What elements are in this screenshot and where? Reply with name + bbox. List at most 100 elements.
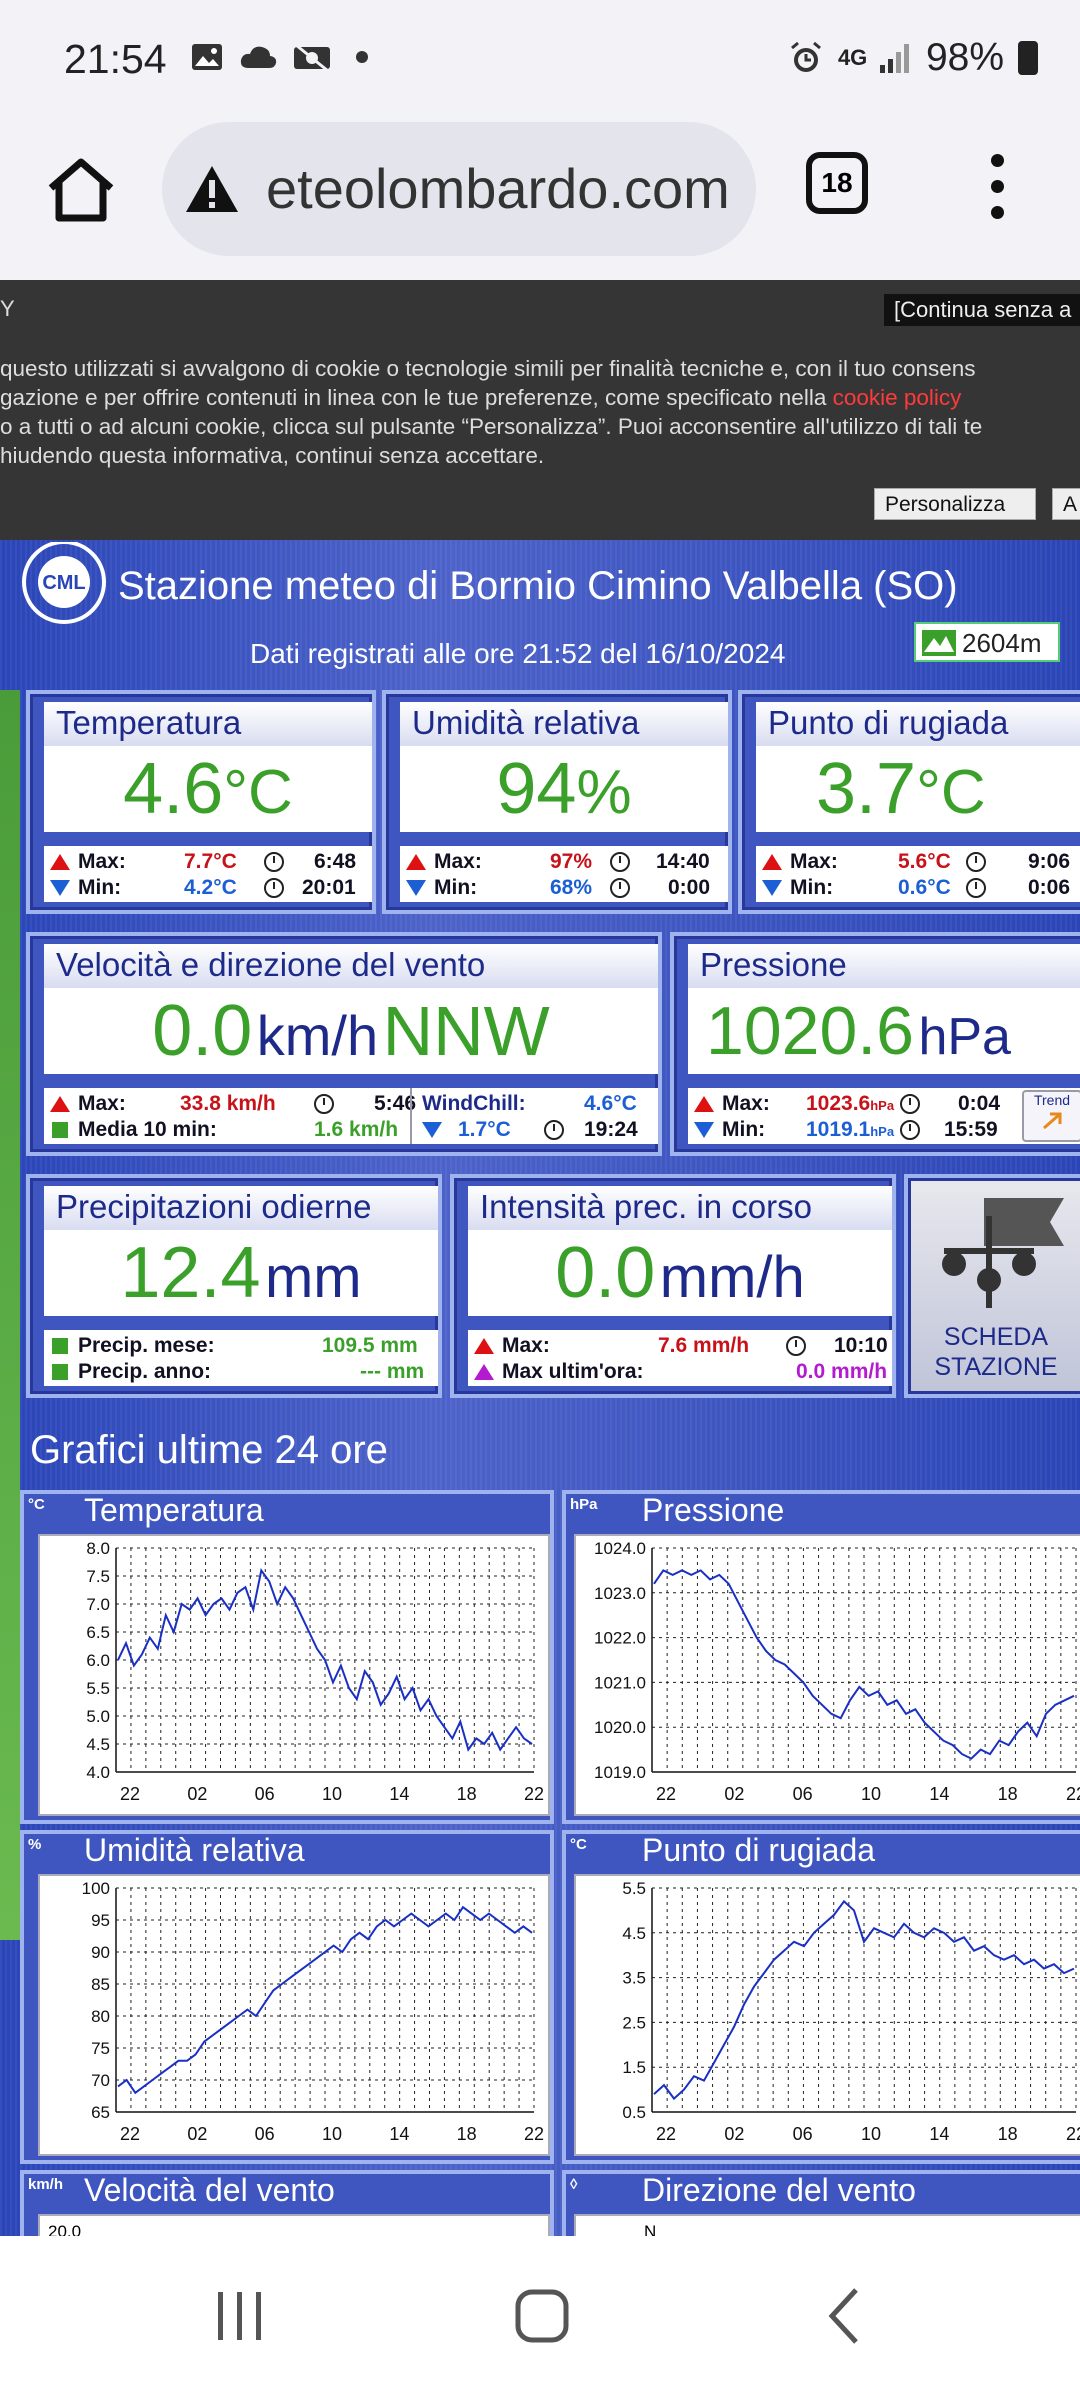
- cookie-policy-link[interactable]: cookie policy: [833, 385, 962, 410]
- windchill-value: 4.6°C: [584, 1092, 637, 1115]
- max-icon: [762, 854, 782, 870]
- cookie-line: o a tutti o ad alcuni cookie, clicca sul…: [0, 414, 983, 439]
- warning-icon[interactable]: [184, 162, 240, 218]
- humidity-graph-panel: % Umidità relativa 100 95 90 85 80 75 70 65 22 02…: [20, 1830, 554, 2164]
- dewpoint-panel: Punto di rugiada 3.7°C Max: 5.6°C 9:06 M…: [738, 690, 1080, 914]
- personalize-button[interactable]: Personalizza: [874, 488, 1036, 520]
- accept-button[interactable]: A: [1052, 488, 1080, 520]
- rain-rate-panel: Intensità prec. in corso 0.0 mm/h Max: 7…: [450, 1174, 896, 1398]
- cookie-title: Y: [0, 296, 15, 321]
- avg-value: 1.6 km/h: [314, 1118, 399, 1141]
- x-tick-label: 18: [457, 2124, 477, 2144]
- x-tick-label: 18: [457, 1784, 477, 1804]
- x-tick-label: 18: [998, 1784, 1018, 1804]
- max-label: Max:: [78, 850, 126, 873]
- home-nav-icon[interactable]: [512, 2286, 572, 2346]
- max-value: 1023.6: [806, 1092, 871, 1115]
- y-tick-label: 65: [91, 2103, 110, 2122]
- network-type: 4G: [837, 45, 868, 70]
- url-text[interactable]: eteolombardo.com: [266, 156, 730, 221]
- trend-arrow-icon: [1043, 1112, 1062, 1130]
- station-sheet-button[interactable]: SCHEDA STAZIONE: [904, 1174, 1080, 1398]
- x-tick-label: 10: [322, 1784, 342, 1804]
- windchill-time: 19:24: [584, 1118, 638, 1141]
- value-number: 12.4: [120, 1233, 261, 1313]
- station-sheet-label: STAZIONE: [934, 1353, 1058, 1381]
- min-label: Min:: [434, 876, 478, 899]
- humidity-chart: 100 95 90 85 80 75 70 65 22 02 06 10 14 18 22: [82, 1879, 544, 2144]
- graph-title: Pressione: [642, 1492, 785, 1528]
- min-value: 0.6°C: [898, 876, 951, 899]
- y-tick-label: 4.0: [86, 1763, 110, 1782]
- clock-icon: [264, 852, 284, 872]
- panel-footer: Max: 1023.6hPa 0:04 Min: 1019.1hPa 15:59…: [688, 1088, 1080, 1144]
- x-tick-label: 02: [187, 1784, 207, 1804]
- y-tick-label: 75: [91, 2039, 110, 2058]
- dot-icon: [356, 51, 368, 63]
- value-unit: km/h: [256, 1004, 379, 1067]
- x-tick-label: 14: [389, 2124, 409, 2144]
- min-icon: [406, 880, 426, 896]
- wind-panel: Velocità e direzione del vento 0.0 km/h …: [26, 932, 662, 1156]
- min-time: 20:01: [302, 876, 356, 899]
- value-number: 94: [496, 749, 577, 829]
- graph-title: Velocità del vento: [84, 2172, 335, 2208]
- continue-without-accepting-button[interactable]: [Continua senza a: [884, 294, 1080, 326]
- panel-footer: Max: 97% 14:40 Min: 68% 0:00: [400, 846, 728, 902]
- max-label: Max:: [790, 850, 838, 873]
- home-icon[interactable]: [45, 154, 117, 226]
- min-unit: hPa: [870, 1124, 895, 1139]
- max-value: 7.7°C: [184, 850, 237, 873]
- trend-button[interactable]: Trend: [1022, 1090, 1080, 1142]
- windchill-label: WindChill:: [422, 1092, 526, 1115]
- battery-level: 98%: [925, 36, 1004, 79]
- cookie-line: gazione e per offrire contenuti in linea…: [0, 383, 1080, 412]
- min-time: 15:59: [944, 1118, 998, 1141]
- min-icon: [50, 880, 70, 896]
- clock-icon: [966, 852, 986, 872]
- y-tick-label: 100: [82, 1879, 110, 1898]
- value-number: 0.0: [555, 1233, 656, 1313]
- url-bar[interactable]: eteolombardo.com: [162, 122, 756, 256]
- y-tick-label: 4.5: [86, 1735, 110, 1754]
- panel-title: Pressione: [688, 944, 1080, 988]
- gallery-icon: [192, 44, 222, 70]
- graph-title: Punto di rugiada: [642, 1832, 876, 1868]
- max-label: Max:: [78, 1092, 126, 1115]
- x-tick-label: 14: [389, 1784, 409, 1804]
- graph-unit: hPa: [570, 1496, 598, 1513]
- value-unit: °C: [223, 758, 293, 827]
- dewpoint-chart: 5.5 4.5 3.5 2.5 1.5 0.5 22 02 06 10 14 18 22: [622, 1879, 1080, 2144]
- x-tick-label: 06: [255, 2124, 275, 2144]
- min-icon: [694, 1122, 714, 1138]
- max-value: 7.6 mm/h: [658, 1334, 750, 1357]
- station-title: Stazione meteo di Bormio Cimino Valbella…: [118, 564, 958, 608]
- min-icon: [422, 1122, 442, 1138]
- month-value: 109.5 mm: [322, 1334, 418, 1357]
- humidity-panel: Umidità relativa 94% Max: 97% 14:40 Min:…: [382, 690, 732, 914]
- panel-title: Punto di rugiada: [756, 702, 1080, 746]
- y-tick-label: 1021.0: [594, 1673, 646, 1692]
- recent-apps-icon[interactable]: [210, 2286, 270, 2346]
- max-time: 9:06: [1028, 850, 1071, 873]
- value-unit: %: [576, 758, 632, 827]
- avg-icon: [52, 1122, 68, 1138]
- min-label: Min:: [722, 1118, 766, 1141]
- status-right: 4G 98%: [788, 36, 1038, 80]
- clock-icon: [314, 1094, 334, 1114]
- year-value: --- mm: [360, 1360, 425, 1383]
- menu-icon[interactable]: [986, 154, 1010, 224]
- clock-icon: [966, 878, 986, 898]
- max-icon: [406, 854, 426, 870]
- tab-switcher-button[interactable]: 18: [806, 152, 868, 214]
- pressure-value: 1020.6 hPa: [688, 988, 1080, 1074]
- min-value: 68%: [550, 876, 593, 899]
- cookie-line: questo utilizzati si avvalgono di cookie…: [0, 356, 976, 381]
- graph-unit: °C: [28, 1496, 45, 1513]
- back-icon[interactable]: [816, 2286, 876, 2346]
- y-tick: 20.0: [48, 2222, 82, 2236]
- max-label: Max:: [722, 1092, 770, 1115]
- y-tick: N: [644, 2222, 657, 2236]
- temperature-chart: 8.0 7.5 7.0 6.5 6.0 5.5 5.0 4.5 4.0 22 02 06 10 14 18 2…: [86, 1539, 544, 1804]
- y-tick-label: 8.0: [86, 1539, 110, 1558]
